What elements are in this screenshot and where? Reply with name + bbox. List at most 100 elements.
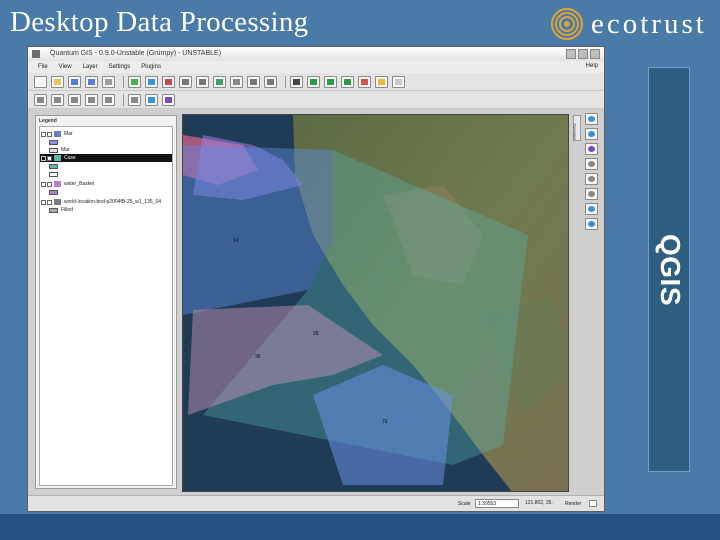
map-canvas[interactable]: 14 36 28 76 (182, 114, 569, 492)
menubar: File View Layer Settings Plugins Help (28, 61, 604, 73)
overview-icon[interactable] (264, 75, 277, 88)
menu-help[interactable]: Help (586, 63, 598, 69)
menu-layer[interactable]: Layer (83, 64, 98, 70)
layer-visibility-checkbox[interactable] (47, 155, 52, 161)
legend-list: Mar Mar Cuse water_Basket world-location… (39, 126, 173, 486)
measure-line-icon[interactable] (324, 75, 337, 88)
coordinates-readout: 121.802, 35. (523, 499, 559, 508)
legend-swatch (49, 171, 58, 177)
legend-swatch (49, 189, 58, 195)
polygon-label: 36 (255, 354, 261, 360)
menu-view[interactable]: View (59, 64, 72, 70)
layer-visibility-checkbox[interactable] (47, 131, 52, 137)
zoom-in-icon[interactable] (585, 128, 598, 140)
menu-plugins[interactable]: Plugins (141, 64, 161, 70)
annotation-icon[interactable] (392, 75, 405, 88)
scale-label: Scale (458, 501, 471, 507)
qgis-app-icon (32, 50, 40, 58)
toolbar-separator (123, 75, 124, 88)
capture-line-icon[interactable] (68, 93, 81, 106)
zoom-out-icon[interactable] (585, 143, 598, 155)
render-label: Render (565, 501, 582, 507)
legend-symbol-label: Mar (61, 147, 70, 153)
add-postgis-icon[interactable] (162, 75, 175, 88)
legend-layer[interactable]: Cuse (40, 154, 172, 162)
expand-toggle[interactable] (41, 181, 46, 187)
expand-toggle[interactable] (41, 131, 46, 137)
zoom-last-icon[interactable] (585, 203, 598, 215)
render-checkbox[interactable] (589, 500, 597, 507)
scale-field[interactable]: 1:39553 (475, 499, 519, 508)
legend-layer[interactable]: world-location-bnd-p2004fB-25_w1_135_04 (40, 198, 172, 206)
close-button[interactable] (590, 49, 600, 59)
save-icon[interactable] (68, 75, 81, 88)
zoom-full-icon[interactable] (585, 158, 598, 170)
vector-layer-icon (54, 181, 61, 187)
status-bar: Scale 1:39553 121.802, 35. Render (28, 495, 604, 511)
legend-layer-name: world-location-bnd-p2004fB-25_w1_135_04 (64, 199, 162, 205)
file-toolbar (28, 73, 604, 91)
add-vector-icon[interactable] (128, 75, 141, 88)
layer-visibility-checkbox[interactable] (47, 181, 52, 187)
add-raster-icon[interactable] (145, 75, 158, 88)
expand-toggle[interactable] (41, 155, 46, 161)
open-project-icon[interactable] (51, 75, 64, 88)
digitize-icon[interactable] (34, 93, 47, 106)
map-nav-toolbar (585, 113, 601, 233)
legend-symbol (40, 138, 172, 146)
map-svg: 14 36 28 76 (183, 115, 568, 491)
refresh-icon[interactable] (585, 218, 598, 230)
hide-all-icon[interactable] (230, 75, 243, 88)
zoom-selection-icon[interactable] (585, 173, 598, 185)
legend-symbol (40, 188, 172, 196)
legend-title: Legend (39, 118, 57, 124)
print-icon[interactable] (102, 75, 115, 88)
expand-toggle[interactable] (41, 199, 46, 205)
toolbar-separator (285, 75, 286, 88)
legend-symbol (40, 170, 172, 178)
remove-layer-icon[interactable] (196, 75, 209, 88)
ecotrust-logo-icon (551, 8, 583, 40)
measure-area-icon[interactable] (341, 75, 354, 88)
bookmark-icon[interactable] (375, 75, 388, 88)
legend-swatch (49, 139, 58, 145)
capture-polygon-icon[interactable] (85, 93, 98, 106)
save-as-icon[interactable] (85, 75, 98, 88)
show-all-icon[interactable] (213, 75, 226, 88)
maximize-button[interactable] (578, 49, 588, 59)
legend-layer[interactable]: Mar (40, 130, 172, 138)
pan-icon[interactable] (128, 93, 141, 106)
polygon-label: 14 (233, 238, 239, 244)
nav-toolbar (28, 91, 604, 109)
menu-file[interactable]: File (38, 64, 48, 70)
polygon-label: 28 (313, 331, 319, 337)
layer-visibility-checkbox[interactable] (47, 199, 52, 205)
legend-layer[interactable]: water_Basket (40, 180, 172, 188)
overview-tab-label: Overview (572, 123, 578, 141)
legend-symbol (40, 162, 172, 170)
zoom-in-icon[interactable] (145, 93, 158, 106)
minimize-button[interactable] (566, 49, 576, 59)
pan-map-icon[interactable] (585, 113, 598, 125)
qgis-side-panel: QGIS (648, 67, 690, 472)
zoom-layer-icon[interactable] (585, 188, 598, 200)
overview-tab[interactable]: Overview (573, 115, 581, 141)
legend-layer-name: Cuse (64, 155, 76, 161)
vector-layer-icon (54, 131, 61, 137)
raster-layer-icon (54, 199, 61, 205)
identify-icon[interactable] (307, 75, 320, 88)
polygon-label: 76 (382, 419, 388, 425)
move-feature-icon[interactable] (102, 93, 115, 106)
legend-symbol: Filled (40, 206, 172, 214)
window-titlebar: Quantum GIS - 0.9.0-Unstable (Grumpy) - … (28, 47, 604, 61)
capture-point-icon[interactable] (51, 93, 64, 106)
slide-title: Desktop Data Processing (10, 6, 309, 38)
menu-settings[interactable]: Settings (109, 64, 131, 70)
add-wms-icon[interactable] (179, 75, 192, 88)
map-tips-icon[interactable] (358, 75, 371, 88)
layer-properties-icon[interactable] (247, 75, 260, 88)
select-icon[interactable] (290, 75, 303, 88)
legend-layer-name: Mar (64, 131, 73, 137)
new-project-icon[interactable] (34, 75, 47, 88)
zoom-out-icon[interactable] (162, 93, 175, 106)
